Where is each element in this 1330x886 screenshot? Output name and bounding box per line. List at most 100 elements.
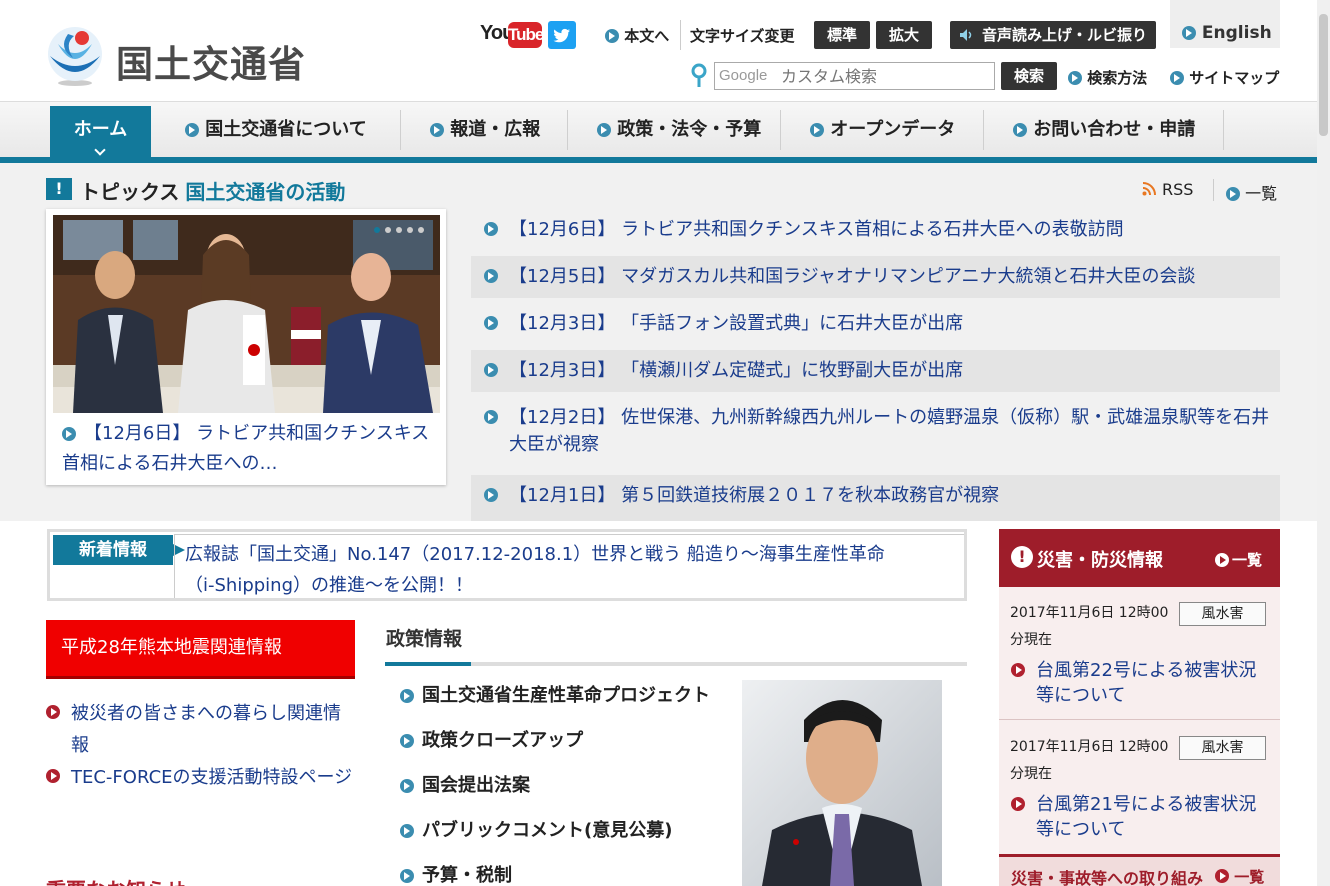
disaster-header: ! 災害・防災情報 一覧 bbox=[999, 529, 1280, 587]
rss-label: RSS bbox=[1162, 180, 1194, 199]
topic-item[interactable]: 【12月3日】 「手話フォン設置式典」に石井大臣が出席 bbox=[471, 303, 1280, 345]
nav-home-tab[interactable]: ホーム bbox=[50, 106, 151, 163]
topics-heading: トピックス 国土交通省の活動 bbox=[80, 176, 345, 205]
exclamation-icon: ! bbox=[1011, 546, 1033, 568]
carousel-dot[interactable] bbox=[407, 227, 413, 233]
carousel-dot[interactable] bbox=[374, 227, 380, 233]
disaster-response-label: 災害・事故等への取り組み bbox=[1011, 869, 1204, 886]
policy-item[interactable]: 政策クローズアップ bbox=[400, 726, 583, 752]
disaster-date: 2017年11月6日 12時00分現在 bbox=[1010, 605, 1169, 648]
topic-link[interactable]: 【12月3日】 「横瀬川ダム定礎式」に牧野副大臣が出席 bbox=[509, 360, 963, 381]
topic-link[interactable]: 【12月5日】 マダガスカル共和国ラジャオナリマンピアニナ大統領と石井大臣の会談 bbox=[509, 266, 1195, 287]
whats-new-label: 新着情報 bbox=[53, 535, 185, 565]
mlit-logo[interactable]: 国土交通省 bbox=[46, 26, 336, 92]
voice-ruby-button[interactable]: 音声読み上げ・ルビ振り bbox=[950, 21, 1156, 49]
arrow-circle-icon bbox=[1068, 71, 1082, 85]
feature-caption-link[interactable]: 【12月6日】 ラトビア共和国クチンスキス首相による石井大臣への… bbox=[62, 423, 429, 474]
header-divider bbox=[680, 20, 681, 50]
twitter-link[interactable] bbox=[548, 21, 576, 49]
policy-heading: 政策情報 bbox=[386, 628, 463, 650]
font-large-button[interactable]: 拡大 bbox=[876, 21, 932, 49]
topic-item[interactable]: 【12月1日】 第５回鉄道技術展２０１７を秋本政務官が視察 bbox=[471, 475, 1280, 521]
sitemap-link[interactable]: サイトマップ bbox=[1170, 67, 1279, 88]
topic-link[interactable]: 【12月3日】 「手話フォン設置式典」に石井大臣が出席 bbox=[509, 313, 963, 334]
disaster-link[interactable]: 台風第21号による被害状況等について bbox=[1011, 792, 1269, 842]
arrow-circle-icon bbox=[810, 123, 824, 137]
important-notices-heading: 重要なお知らせ bbox=[46, 874, 186, 886]
arrow-circle-icon bbox=[46, 769, 60, 783]
nav-home-label: ホーム bbox=[73, 119, 128, 140]
disaster-item: 2017年11月6日 12時00分現在 風水害 台風第22号による被害状況等につ… bbox=[999, 600, 1280, 720]
rss-link[interactable]: RSS bbox=[1142, 180, 1193, 199]
nav-label: お問い合わせ・申請 bbox=[1033, 119, 1196, 140]
search-button[interactable]: 検索 bbox=[1001, 62, 1057, 90]
topic-link[interactable]: 【12月1日】 第５回鉄道技術展２０１７を秋本政務官が視察 bbox=[509, 485, 999, 506]
nav-divider bbox=[567, 110, 568, 150]
feature-topic-card[interactable]: 【12月6日】 ラトビア共和国クチンスキス首相による石井大臣への… bbox=[46, 209, 446, 485]
disaster-link-text[interactable]: 台風第22号による被害状況等について bbox=[1036, 660, 1256, 706]
nav-contact[interactable]: お問い合わせ・申請 bbox=[995, 104, 1195, 156]
disaster-title: 災害・防災情報 bbox=[1037, 550, 1163, 571]
topic-item[interactable]: 【12月2日】 佐世保港、九州新幹線西九州ルートの嬉野温泉（仮称）駅・武雄温泉駅… bbox=[471, 397, 1280, 466]
nav-press[interactable]: 報道・広報 bbox=[412, 104, 540, 156]
english-link[interactable]: English bbox=[1170, 0, 1280, 48]
font-standard-button[interactable]: 標準 bbox=[814, 21, 870, 49]
disaster-response-bar[interactable]: 災害・事故等への取り組み 一覧 bbox=[999, 854, 1280, 886]
arrow-circle-icon bbox=[400, 824, 414, 838]
carousel-dot[interactable] bbox=[396, 227, 402, 233]
kumamoto-link[interactable]: TEC-FORCEの支援活動特設ページ bbox=[46, 762, 356, 794]
nav-about[interactable]: 国土交通省について bbox=[167, 104, 367, 156]
nav-policy[interactable]: 政策・法令・予算 bbox=[579, 104, 761, 156]
nav-open-data[interactable]: オープンデータ bbox=[792, 104, 955, 156]
disaster-list-link[interactable]: 一覧 bbox=[1215, 549, 1262, 570]
nav-label: 報道・広報 bbox=[450, 119, 541, 140]
kumamoto-link[interactable]: 被災者の皆さまへの暮らし関連情報 bbox=[46, 698, 356, 762]
policy-item[interactable]: パブリックコメント(意見公募) bbox=[400, 816, 672, 842]
english-label: English bbox=[1182, 23, 1272, 43]
search-method-label: 検索方法 bbox=[1087, 69, 1148, 87]
policy-underline bbox=[385, 662, 967, 666]
disaster-response-list-link[interactable]: 一覧 bbox=[1215, 866, 1264, 886]
carousel-dot[interactable] bbox=[385, 227, 391, 233]
arrow-circle-icon bbox=[1011, 797, 1025, 811]
carousel-dot[interactable] bbox=[418, 227, 424, 233]
arrow-circle-icon bbox=[185, 123, 199, 137]
disaster-link[interactable]: 台風第22号による被害状況等について bbox=[1011, 658, 1269, 708]
search-method-link[interactable]: 検索方法 bbox=[1068, 67, 1147, 88]
kumamoto-earthquake-banner[interactable]: 平成28年熊本地震関連情報 bbox=[46, 620, 355, 679]
skip-to-content-link[interactable]: 本文へ bbox=[605, 25, 669, 46]
speaker-icon bbox=[960, 29, 972, 41]
nav-label: 政策・法令・予算 bbox=[617, 119, 762, 140]
scrollbar-thumb[interactable] bbox=[1319, 14, 1328, 136]
topic-item[interactable]: 【12月3日】 「横瀬川ダム定礎式」に牧野副大臣が出席 bbox=[471, 350, 1280, 392]
policy-item[interactable]: 予算・税制 bbox=[400, 861, 512, 886]
disaster-response-list-label: 一覧 bbox=[1234, 868, 1265, 886]
arrow-circle-icon bbox=[400, 689, 414, 703]
disaster-link-text[interactable]: 台風第21号による被害状況等について bbox=[1036, 794, 1256, 840]
carousel-indicator[interactable] bbox=[374, 221, 429, 237]
location-pin-icon bbox=[691, 63, 707, 87]
exclamation-icon: ! bbox=[46, 178, 72, 200]
policy-label: パブリックコメント(意見公募) bbox=[422, 820, 673, 841]
topic-item[interactable]: 【12月5日】 マダガスカル共和国ラジャオナリマンピアニナ大統領と石井大臣の会談 bbox=[471, 256, 1280, 298]
whats-new-link[interactable]: 広報誌「国土交通」No.147（2017.12-2018.1）世界と戦う 船造り… bbox=[185, 539, 905, 601]
topics-list-link[interactable]: 一覧 bbox=[1226, 180, 1277, 204]
arrow-circle-icon bbox=[1215, 553, 1229, 567]
policy-label: 国土交通省生産性革命プロジェクト bbox=[422, 685, 710, 706]
youtube-link[interactable]: You Tube bbox=[480, 22, 544, 48]
arrow-circle-icon bbox=[46, 705, 60, 719]
kumamoto-link-text[interactable]: 被災者の皆さまへの暮らし関連情報 bbox=[71, 703, 341, 756]
skip-to-content-label: 本文へ bbox=[624, 27, 670, 45]
arrow-circle-icon bbox=[62, 427, 76, 441]
google-label: Google bbox=[719, 67, 768, 84]
policy-item[interactable]: 国会提出法案 bbox=[400, 771, 530, 797]
policy-item[interactable]: 国土交通省生産性革命プロジェクト bbox=[400, 681, 710, 707]
kumamoto-link-text[interactable]: TEC-FORCEの支援活動特設ページ bbox=[71, 767, 352, 788]
topic-item[interactable]: 【12月6日】 ラトビア共和国クチンスキス首相による石井大臣への表敬訪問 bbox=[471, 209, 1280, 251]
minister-photo[interactable] bbox=[742, 680, 942, 886]
topic-link[interactable]: 【12月6日】 ラトビア共和国クチンスキス首相による石井大臣への表敬訪問 bbox=[509, 219, 1124, 240]
twitter-bird-icon bbox=[553, 28, 570, 43]
topic-link[interactable]: 【12月2日】 佐世保港、九州新幹線西九州ルートの嬉野温泉（仮称）駅・武雄温泉駅… bbox=[509, 407, 1269, 455]
policy-underline-accent bbox=[385, 662, 471, 666]
arrow-circle-icon bbox=[484, 488, 498, 502]
